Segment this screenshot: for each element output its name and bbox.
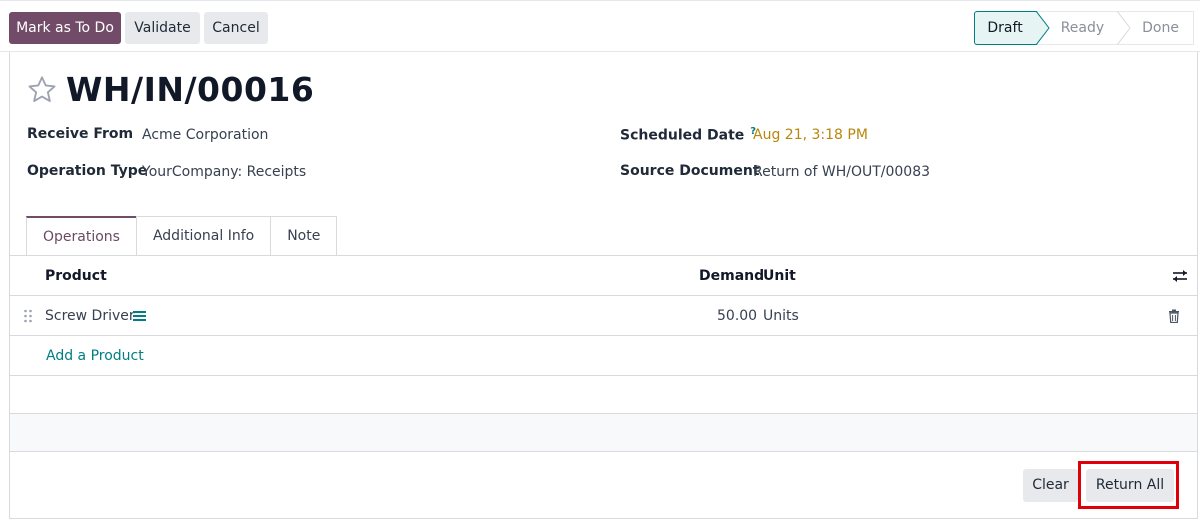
drag-handle-icon[interactable] [23,309,33,323]
operations-table: Product Demand Unit Screw Driver 50.00 U… [10,255,1197,376]
scheduled-date-field[interactable]: Aug 21, 3:18 PM [753,127,868,143]
stage-draft[interactable]: Draft [974,11,1050,45]
star-icon[interactable] [26,74,58,106]
receive-from-label: Receive From [27,126,134,142]
scheduled-date-label-text: Scheduled Date [620,127,745,144]
validate-button[interactable]: Validate [125,12,200,44]
add-line-row: Add a Product [10,336,1197,376]
table-row[interactable]: Screw Driver 50.00 Units [10,296,1197,336]
control-panel: Mark as To Do Validate Cancel Draft Read… [0,0,1200,52]
cancel-button[interactable]: Cancel [204,12,268,44]
trash-icon[interactable] [1168,309,1180,323]
empty-row [10,376,1197,414]
stage-arrow-icon [1035,11,1050,45]
source-document-label: Source Document [620,163,760,179]
demand-cell[interactable]: 50.00 [717,296,757,336]
form-sheet: WH/IN/00016 Receive From Acme Corporatio… [9,52,1198,519]
details-list-icon[interactable] [133,310,146,322]
unit-header[interactable]: Unit [763,256,796,296]
stage-done-label: Done [1142,20,1179,36]
stage-arrow-icon [1117,11,1131,45]
optional-columns-icon[interactable] [1172,268,1188,284]
tab-operations[interactable]: Operations [26,216,137,256]
table-header: Product Demand Unit [10,256,1197,296]
tab-note[interactable]: Note [270,216,338,256]
add-product-link[interactable]: Add a Product [46,336,144,376]
empty-row [10,414,1197,452]
clear-button[interactable]: Clear [1023,469,1078,502]
highlight-box [1078,461,1179,509]
notebook-tabs: Operations Additional Info Note [26,216,338,256]
product-cell[interactable]: Screw Driver [45,296,135,336]
source-document-field[interactable]: Return of WH/OUT/00083 [753,164,930,180]
product-header[interactable]: Product [45,256,107,296]
unit-cell[interactable]: Units [763,296,799,336]
title-row: WH/IN/00016 [26,70,314,109]
status-bar: Draft Ready Done [974,11,1194,45]
operation-type-field[interactable]: YourCompany: Receipts [142,164,306,180]
receive-from-field[interactable]: Acme Corporation [142,127,268,143]
record-title: WH/IN/00016 [66,70,315,109]
operation-type-label: Operation Type [27,163,148,179]
mark-as-todo-button[interactable]: Mark as To Do [9,12,121,44]
demand-header[interactable]: Demand [699,256,764,296]
stage-ready-label: Ready [1060,20,1105,36]
stage-draft-label: Draft [987,20,1023,36]
scheduled-date-label: Scheduled Date? [620,126,756,144]
tab-additional-info[interactable]: Additional Info [135,216,272,256]
